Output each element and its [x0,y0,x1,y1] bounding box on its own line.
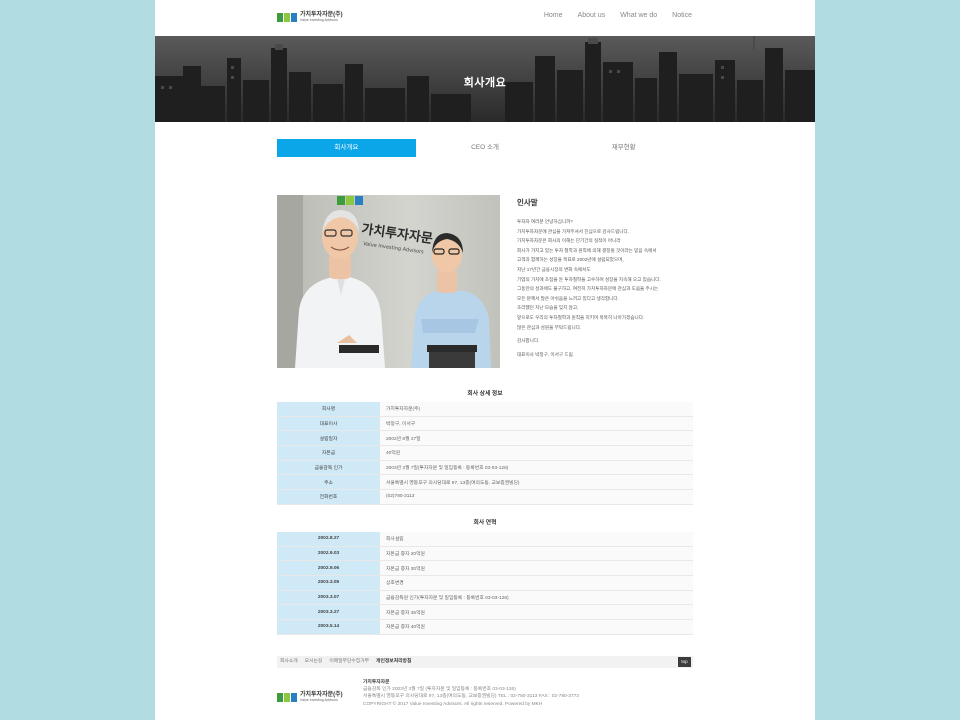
greeting-heading: 인사말 [517,198,538,207]
brand-logo[interactable]: 가치투자자문(주) Value Investing Advisors [277,12,343,23]
history-date: 2003.3.27 [277,604,380,621]
history-event: 상호변경 [380,575,693,591]
table-value: 40억원 [380,445,693,461]
ceo-photo: 가치투자자문 Value Investing Advisors [277,195,500,368]
footer-link-directions[interactable]: 오시는길 [305,656,323,668]
footer-bar: 회사소개 오시는길 이메일무단수집거부 개인정보처리방침 top [277,656,693,668]
table-value: 2002년 8월 27일 [380,430,693,447]
greeting-line: 앞으로도 우리의 투자철학과 원칙을 지키며 묵묵히 나아가겠습니다. [517,314,645,320]
footer-link-privacy[interactable]: 개인정보처리방침 [376,656,411,668]
tab-financials[interactable]: 재무현황 [554,139,693,157]
table-key: 전화번호 [277,489,380,505]
table-row: 금융감독 인가 2003년 3월 7일(투자자문 및 일임등록 : 등록번호 03… [277,460,693,476]
footer-links: 회사소개 오시는길 이메일무단수집거부 개인정보처리방침 [280,656,418,668]
greeting-line: 투자자 여러분 안녕하십니까? [517,219,573,224]
table-row: 회사명 가치투자자문(주) [277,402,693,417]
greeting-line: 가치투자자문에 관심을 가져주셔서 진심으로 감사드립니다. [517,228,630,234]
footer-logo[interactable]: 가치투자자문(주) Value Investing Advisors [277,692,343,703]
greeting-signature: 대표이사 박정구, 이서구 드림 [517,351,573,357]
nav-home[interactable]: Home [544,12,563,19]
table-row: 2003.3.27 자본금 증자 35억원 [277,604,693,621]
history-event: 자본금 증자 30억원 [380,560,693,577]
tab-company-overview[interactable]: 회사개요 [277,139,416,157]
table-key: 회사명 [277,402,380,417]
history-event: 금융감독원 인가(투자자문 및 일임등록 : 등록번호 03-03-126) [380,590,693,606]
table-row: 전화번호 (02)780-3113 [277,489,693,505]
table-row: 2002.8.27 회사설립 [277,532,693,547]
footer-license: 금융감독 인가 2003년 3월 7일 (투자자문 및 일임등록 : 등록번호 … [363,687,516,693]
history-event: 회사설립 [380,532,693,547]
greeting-message: 인사말 투자자 여러분 안녕하십니까? 가치투자자문에 관심을 가져주셔서 진심… [517,197,697,359]
brand-subtitle: Value Investing Advisors [300,18,338,22]
table-row: 설립일자 2002년 8월 27일 [277,430,693,447]
footer-company-name: 가치투자자문 [363,680,390,685]
table-row: 2002.9.06 자본금 증자 30억원 [277,560,693,577]
footer-link-email-policy[interactable]: 이메일무단수집거부 [329,656,369,668]
footer-brand-subtitle: Value Investing Advisors [300,698,338,702]
history-event: 자본금 증자 35억원 [380,604,693,621]
history-date: 2003.3.05 [277,575,380,591]
table-value: 2003년 3월 7일(투자자문 및 일임등록 : 등록번호 03-03-126… [380,460,693,476]
greeting-line: 고객과 함께하는 성장을 목표로 2002년에 설립되었으며, [517,257,624,263]
table-value: (02)780-3113 [380,489,693,505]
history-title: 회사 연혁 [473,520,497,526]
table-row: 2003.3.07 금융감독원 인가(투자자문 및 일임등록 : 등록번호 03-… [277,590,693,606]
page-title: 회사개요 [463,77,507,89]
table-key: 설립일자 [277,430,380,447]
logo-mark-icon [277,12,297,22]
nav-what-we-do[interactable]: What we do [620,12,657,19]
footer-link-about[interactable]: 회사소개 [280,656,298,668]
table-row: 2003.5.14 자본금 증자 40억원 [277,619,693,635]
tab-ceo[interactable]: CEO 소개 [416,139,555,157]
greeting-line: 그동안의 성과에도 불구하고, 여전히 가치투자자문에 관심과 도움을 주시는 [517,286,659,292]
greeting-line: 기업의 가치에 초점을 둔 투자철학을 고수하며 성장을 지속해 오고 있습니다… [517,276,661,282]
hero-banner: 회사개요 [155,36,815,122]
history-date: 2002.8.27 [277,532,380,547]
history-event: 자본금 증자 20억원 [380,546,693,562]
greeting-line: 회사가 가지고 있는 투자 철학과 원칙에 의해 결정될 것이라는 믿음 속에서 [517,247,657,253]
table-row: 대표이사 박정구, 이서구 [277,416,693,432]
footer-address: 서울특별시 영등포구 의사당대로 97, 13층(여의도동, 교보증권빌딩) T… [363,694,579,700]
greeting-line: 모든 분께서 많은 아쉬움을 느끼고 있다고 생각합니다. [517,295,619,301]
scroll-top-button[interactable]: top [678,657,691,667]
table-row: 자본금 40억원 [277,445,693,461]
company-history-table: 2002.8.27 회사설립 2002.9.03 자본금 증자 20억원 2002.… [277,532,693,635]
table-value: 서울특별시 영등포구 의사당대로 97, 13층(여의도동, 교보증권빌딩) [380,474,693,491]
history-date: 2003.5.14 [277,619,380,635]
greeting-line: 지난 17년간 금융시장의 변화 속에서도 [517,266,591,272]
table-row: 2003.3.05 상호변경 [277,575,693,591]
greeting-thanks: 감사합니다. [517,338,540,344]
footer-copyright: COPYRIGHT © 2017 Value Investing Advisor… [363,701,543,707]
greeting-line: 많은 관심과 성원을 부탁드립니다. [517,324,582,330]
page: 가치투자자문(주) Value Investing Advisors Home … [155,0,815,720]
greeting-line: 가치투자자문은 회사의 이해는 단기간의 실적이 아니라 [517,238,621,244]
table-key: 금융감독 인가 [277,460,380,476]
history-event: 자본금 증자 40억원 [380,619,693,635]
nav-notice[interactable]: Notice [672,12,692,19]
logo-mark-icon [277,692,297,702]
table-key: 대표이사 [277,416,380,432]
footer-company-info: 가치투자자문 금융감독 인가 2003년 3월 7일 (투자자문 및 일임등록 … [363,679,579,708]
nav-about-us[interactable]: About us [578,12,606,19]
table-value: 박정구, 이서구 [380,416,693,432]
table-key: 주소 [277,474,380,491]
table-key: 자본금 [277,445,380,461]
main-nav: Home About us What we do Notice [529,12,692,19]
greeting-line: 초라했던 지난 모습을 잊지 않고, [517,305,579,311]
table-row: 주소 서울특별시 영등포구 의사당대로 97, 13층(여의도동, 교보증권빌딩) [277,474,693,491]
table-value: 가치투자자문(주) [380,402,693,417]
section-tabs: 회사개요 CEO 소개 재무현황 [277,139,693,157]
history-date: 2002.9.06 [277,560,380,577]
company-details-table: 회사명 가치투자자문(주) 대표이사 박정구, 이서구 설립일자 2002년 8월 2… [277,402,693,505]
table-row: 2002.9.03 자본금 증자 20억원 [277,546,693,562]
history-date: 2003.3.07 [277,590,380,606]
history-date: 2002.9.03 [277,546,380,562]
details-title: 회사 상세 정보 [467,391,503,397]
